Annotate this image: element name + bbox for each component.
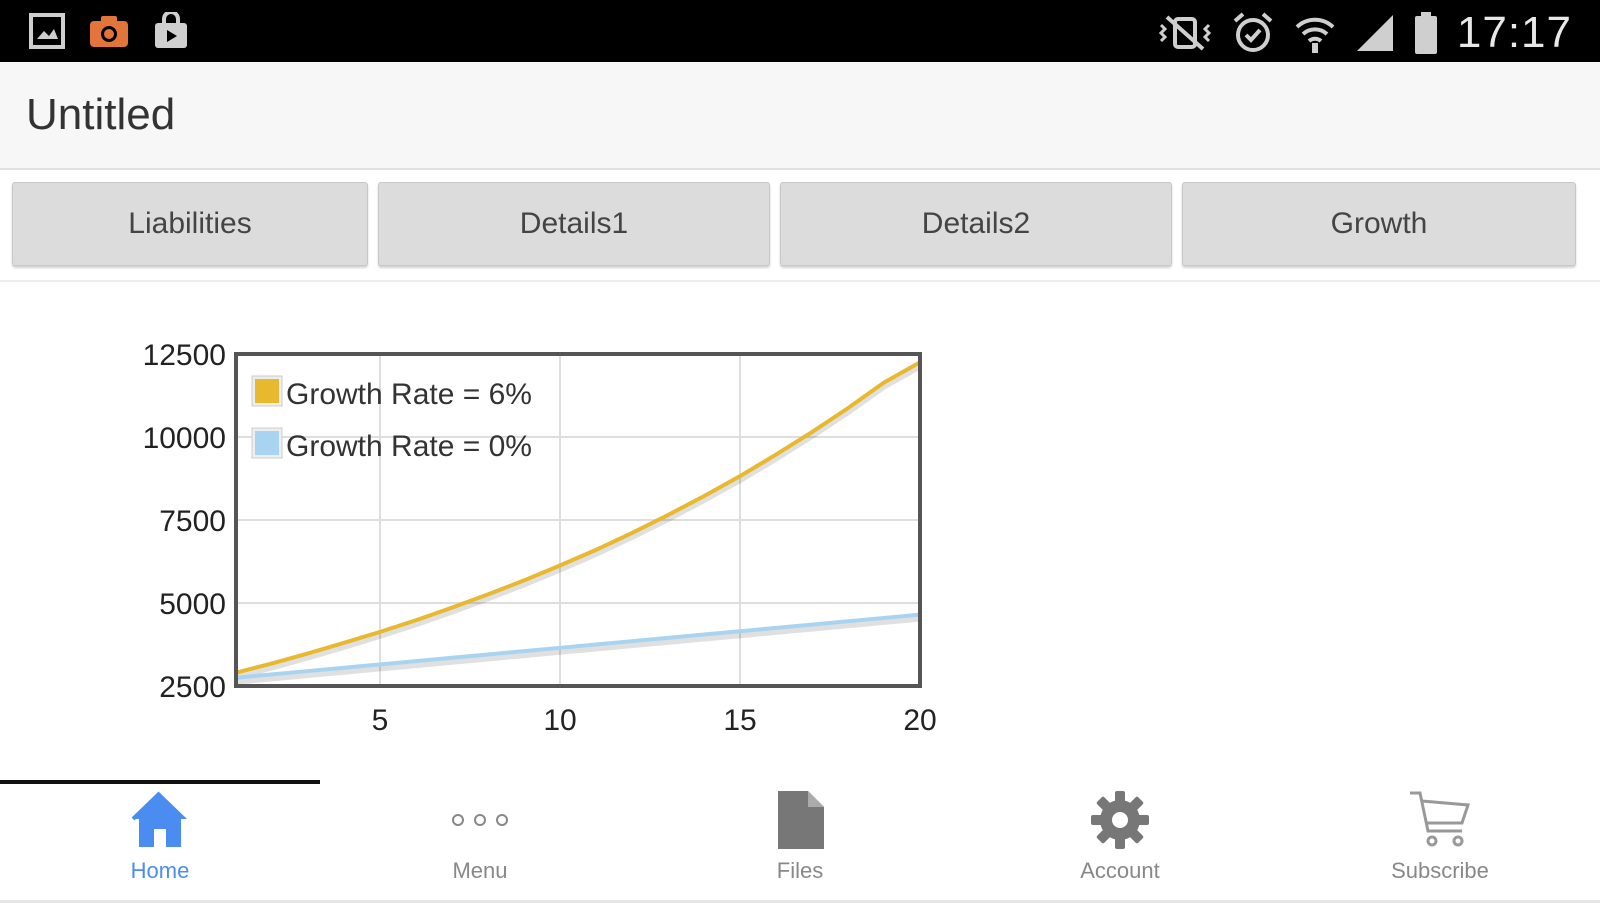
nav-menu-label: Menu [452, 858, 508, 883]
x-tick-label: 10 [543, 704, 576, 737]
growth-chart: 2500 5000 7500 10000 12500 5 10 15 20 Growth Rate… [0, 282, 1600, 762]
y-tick-label: 2500 [159, 671, 226, 704]
more-dots-icon [450, 788, 510, 852]
status-bar: 17:17 [0, 0, 1600, 62]
growth-line-chart: 2500 5000 7500 10000 12500 5 10 15 20 Growth Rate… [143, 339, 937, 737]
tab-liabilities[interactable]: Liabilities [12, 182, 368, 266]
status-bar-time: 17:17 [1456, 8, 1572, 57]
alarm-icon [1233, 12, 1273, 52]
y-tick-label: 7500 [159, 505, 226, 538]
battery-icon [1414, 12, 1437, 54]
x-tick-label: 15 [723, 704, 756, 737]
legend-swatch [255, 379, 279, 403]
page-title: Untitled [26, 90, 176, 139]
x-tick-label: 20 [903, 704, 936, 737]
legend-label: Growth Rate = 0% [286, 430, 532, 463]
gallery-icon [29, 13, 65, 49]
shopping-bag-icon [155, 12, 187, 48]
status-bar-right-icons: 17:17 [1157, 8, 1572, 58]
nav-account-label: Account [1080, 858, 1160, 883]
vibrate-mute-icon [1158, 15, 1212, 51]
nav-home-label: Home [130, 858, 190, 883]
gear-icon [1089, 788, 1151, 852]
status-bar-left-icons [28, 12, 190, 50]
y-tick-label: 10000 [143, 422, 226, 455]
nav-account[interactable]: Account [1040, 788, 1200, 888]
wifi-icon [1295, 17, 1335, 53]
x-tick-label: 5 [372, 704, 389, 737]
nav-files[interactable]: Files [720, 788, 880, 888]
camera-icon [90, 16, 128, 47]
y-tick-label: 5000 [159, 588, 226, 621]
nav-menu[interactable]: Menu [400, 788, 560, 888]
y-tick-label: 12500 [143, 339, 226, 372]
cart-icon [1408, 788, 1472, 852]
home-icon [129, 788, 191, 852]
active-tab-indicator [0, 780, 320, 784]
tab-bar: Liabilities Details1 Details2 Growth [0, 170, 1600, 282]
legend-label: Growth Rate = 6% [286, 378, 532, 411]
tab-details1[interactable]: Details1 [378, 182, 770, 266]
nav-home[interactable]: Home [80, 788, 240, 888]
file-icon [774, 788, 826, 852]
bottom-nav: Home Menu Files Account Subscribe [0, 780, 1600, 903]
tab-details2[interactable]: Details2 [780, 182, 1172, 266]
app-bar: Untitled [0, 62, 1600, 170]
nav-subscribe-label: Subscribe [1391, 858, 1489, 883]
nav-subscribe[interactable]: Subscribe [1360, 788, 1520, 888]
legend-swatch [255, 431, 279, 455]
nav-files-label: Files [776, 858, 824, 883]
tab-growth[interactable]: Growth [1182, 182, 1576, 266]
signal-icon [1356, 15, 1393, 51]
